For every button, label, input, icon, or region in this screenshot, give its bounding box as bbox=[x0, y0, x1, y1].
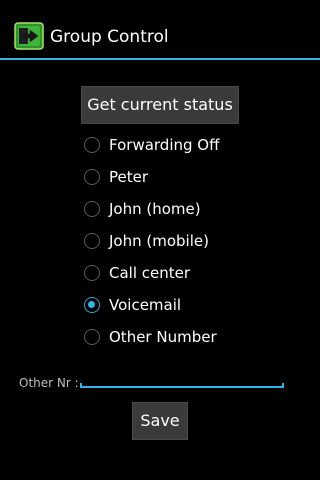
radio-button[interactable] bbox=[84, 201, 100, 217]
radio-label: Forwarding Off bbox=[109, 136, 220, 154]
radio-option-forwarding-off[interactable]: Forwarding Off bbox=[82, 130, 302, 162]
other-number-label: Other Nr : bbox=[19, 376, 79, 390]
save-button[interactable]: Save bbox=[132, 402, 188, 440]
title-divider bbox=[0, 58, 320, 60]
radio-label: Voicemail bbox=[109, 296, 182, 314]
radio-button[interactable] bbox=[84, 233, 100, 249]
radio-option-john-mobile[interactable]: John (mobile) bbox=[82, 226, 302, 258]
radio-label: John (mobile) bbox=[109, 232, 209, 250]
radio-selected-dot bbox=[88, 301, 95, 308]
radio-option-call-center[interactable]: Call center bbox=[82, 258, 302, 290]
radio-button[interactable] bbox=[84, 265, 100, 281]
app-title: Group Control bbox=[50, 27, 169, 47]
radio-label: Other Number bbox=[109, 328, 217, 346]
forward-arrow-icon bbox=[14, 22, 44, 50]
radio-button[interactable] bbox=[84, 329, 100, 345]
radio-button[interactable] bbox=[84, 169, 100, 185]
radio-label: John (home) bbox=[109, 200, 201, 218]
app-screen: Group Control Get current status Forward… bbox=[0, 0, 320, 480]
other-number-input-underline bbox=[80, 383, 284, 388]
get-current-status-button[interactable]: Get current status bbox=[81, 86, 239, 124]
forwarding-radio-group: Forwarding Off Peter John (home) John (m… bbox=[82, 130, 302, 354]
radio-option-other-number[interactable]: Other Number bbox=[82, 322, 302, 354]
radio-button[interactable] bbox=[84, 297, 100, 313]
radio-option-peter[interactable]: Peter bbox=[82, 162, 302, 194]
radio-button[interactable] bbox=[84, 137, 100, 153]
action-bar: Group Control bbox=[0, 0, 320, 58]
other-number-input[interactable] bbox=[80, 368, 284, 388]
radio-option-john-home[interactable]: John (home) bbox=[82, 194, 302, 226]
radio-label: Call center bbox=[109, 264, 191, 282]
radio-label: Peter bbox=[109, 168, 149, 186]
radio-option-voicemail[interactable]: Voicemail bbox=[82, 290, 302, 322]
